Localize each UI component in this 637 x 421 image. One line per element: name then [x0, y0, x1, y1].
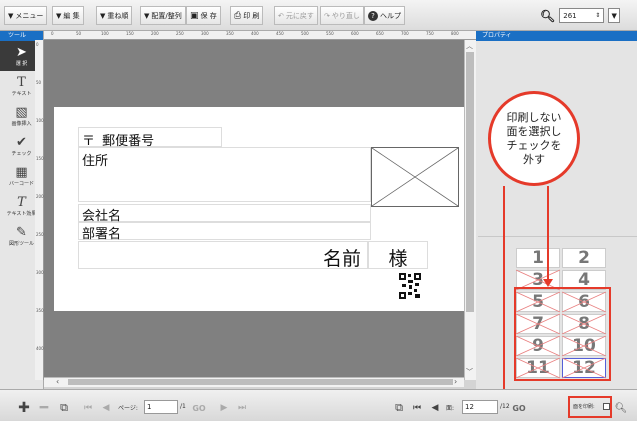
first-page-button[interactable]: ⏮	[80, 400, 96, 416]
face-copy-button[interactable]: ⧉	[392, 400, 406, 416]
next-page-button[interactable]: ▶	[216, 400, 232, 416]
copy-icon: ⧉	[60, 401, 68, 414]
print-face-label: 面を印刷:	[573, 404, 595, 410]
page-go-button[interactable]: GO	[190, 400, 208, 416]
face-label: 面:	[446, 405, 455, 412]
remove-page-button[interactable]: ━	[36, 400, 52, 416]
first-icon: ⏮	[83, 403, 93, 413]
first-icon: ⏮	[412, 403, 422, 413]
page-total: /1	[180, 403, 186, 410]
print-face-checkbox[interactable]	[603, 403, 610, 410]
annotation-arrows	[503, 186, 568, 413]
callout-line: 面を選択し	[506, 124, 562, 138]
prev-page-button[interactable]: ◀	[98, 400, 114, 416]
page-input[interactable]: 1	[144, 400, 178, 414]
minus-icon: ━	[39, 400, 49, 416]
first-face-button[interactable]: ⏮	[410, 400, 424, 416]
face-go-button[interactable]: GO	[510, 400, 528, 416]
face-input[interactable]: 12	[462, 400, 498, 414]
preview-button[interactable]: 🔍︎	[614, 400, 628, 416]
callout-line: チェックを	[506, 138, 562, 152]
prev-icon: ◀	[431, 403, 439, 413]
copy-icon: ⧉	[395, 401, 403, 414]
last-page-button[interactable]: ⏭	[234, 400, 250, 416]
last-icon: ⏭	[237, 403, 247, 413]
go-label: GO	[192, 403, 206, 413]
page-label: ページ:	[118, 405, 138, 412]
plus-icon: ✚	[18, 400, 30, 416]
callout-bubble: 印刷しない 面を選択し チェックを 外す	[488, 91, 580, 186]
prev-face-button[interactable]: ◀	[428, 400, 442, 416]
page-value: 1	[147, 403, 152, 411]
callout-line: 印刷しない	[506, 110, 562, 124]
add-page-button[interactable]: ✚	[16, 400, 32, 416]
face-value: 12	[465, 403, 474, 411]
face-total: /12	[500, 403, 510, 410]
bottom-bar: ✚ ━ ⧉ ⏮ ◀ ページ: 1 /1 GO ▶ ⏭ ⧉ ⏮ ◀ 面: 12 /…	[0, 389, 637, 421]
copy-page-button[interactable]: ⧉	[56, 400, 72, 416]
callout-line: 外す	[523, 152, 545, 166]
go-label: GO	[512, 403, 526, 413]
next-icon: ▶	[220, 403, 228, 413]
preview-icon: 🔍︎	[614, 402, 628, 414]
prev-icon: ◀	[102, 403, 110, 413]
